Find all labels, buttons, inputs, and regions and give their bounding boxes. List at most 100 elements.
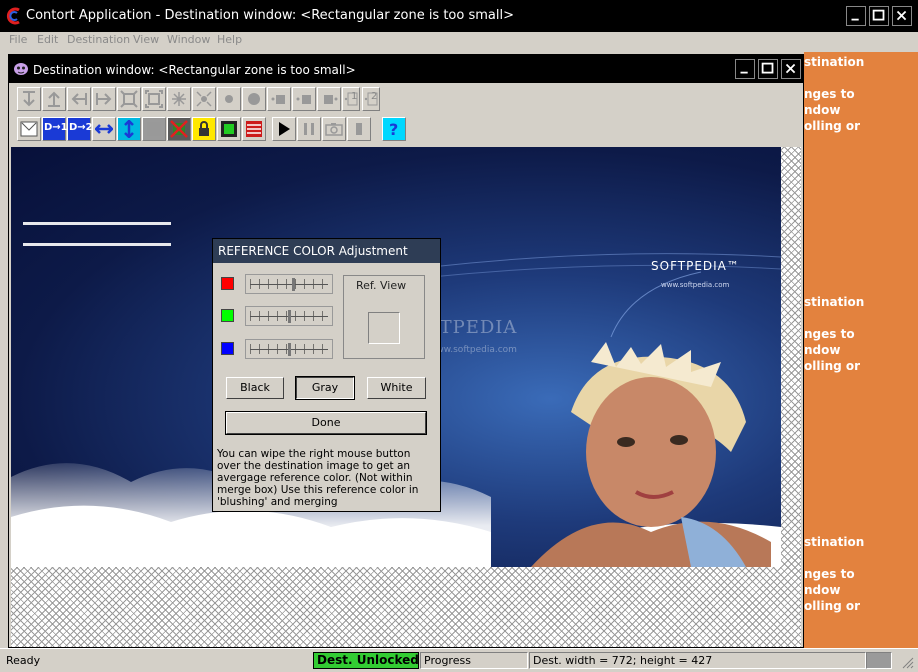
flag-button[interactable] [242, 117, 266, 141]
flag-icon [246, 121, 262, 137]
arrow-left-button[interactable] [67, 87, 91, 111]
reference-color-dialog: REFERENCE COLOR Adjustment Ref. View Bla… [212, 238, 441, 512]
status-progress: Progress [420, 652, 528, 669]
zoom-out-icon [196, 91, 212, 107]
merge-button[interactable] [17, 117, 41, 141]
vertical-stretch-button[interactable] [117, 117, 141, 141]
zoom-in-button[interactable] [167, 87, 191, 111]
play-icon [279, 122, 290, 136]
green-slider-thumb[interactable] [288, 310, 291, 323]
play-button[interactable] [272, 117, 296, 141]
menu-help[interactable]: Help [217, 33, 242, 46]
main-application-window: Contort Application - Destination window… [0, 0, 918, 672]
expand-icon [145, 90, 163, 108]
white-button[interactable]: White [367, 377, 426, 399]
menu-destination[interactable]: Destination [67, 33, 130, 46]
no-selection-button[interactable] [167, 117, 191, 141]
reference-color-help-text: You can wipe the right mouse button over… [217, 448, 419, 508]
minimize-icon [740, 71, 748, 74]
destination-window-titlebar[interactable]: Destination window: <Rectangular zone is… [9, 55, 803, 83]
no-selection-icon [170, 120, 188, 138]
background-text-line: stination [804, 55, 865, 69]
reference-color-dialog-title: REFERENCE COLOR Adjustment [218, 244, 408, 258]
lock-button[interactable] [192, 117, 216, 141]
black-button[interactable]: Black [226, 377, 284, 399]
horizontal-stretch-button[interactable] [92, 117, 116, 141]
dot-small-button[interactable] [217, 87, 241, 111]
reference-color-dialog-titlebar[interactable]: REFERENCE COLOR Adjustment [213, 239, 440, 263]
app-minimize-button[interactable] [846, 6, 866, 26]
camera-icon [325, 123, 343, 136]
red-slider[interactable] [245, 274, 333, 294]
toolbar-row-actions: D→1 D→2 ? [13, 117, 413, 143]
dest-lock-badge[interactable]: Dest. Unlocked [313, 652, 419, 669]
blue-slider[interactable] [245, 339, 333, 359]
ref-view-preview [368, 312, 400, 344]
child-minimize-button[interactable] [735, 59, 755, 79]
point-right-button[interactable] [317, 87, 341, 111]
flip-down-button[interactable] [17, 87, 41, 111]
child-close-button[interactable] [781, 59, 801, 79]
pause-button[interactable] [297, 117, 321, 141]
background-text-line: stination [804, 295, 865, 309]
expand-button[interactable] [142, 87, 166, 111]
point-left-button[interactable] [267, 87, 291, 111]
zoom-out-button[interactable] [192, 87, 216, 111]
maximize-icon [872, 9, 885, 21]
background-window-pane: stination nges to ndow olling or stinati… [804, 52, 918, 648]
dest-2-label: D→2 [69, 122, 93, 133]
background-text-line: olling or [804, 599, 861, 613]
ref-view-label: Ref. View [356, 279, 407, 292]
menu-window[interactable]: Window [167, 33, 210, 46]
destination-window-title: Destination window: <Rectangular zone is… [33, 63, 356, 77]
dot-small-icon [225, 95, 233, 103]
menu-edit[interactable]: Edit [37, 33, 58, 46]
flip-up-button[interactable] [42, 87, 66, 111]
dest-2-button[interactable]: D→2 [67, 117, 93, 141]
menu-file[interactable]: File [9, 33, 27, 46]
background-text-line: ndow [804, 103, 841, 117]
app-maximize-button[interactable] [869, 6, 889, 26]
red-slider-thumb[interactable] [291, 278, 295, 291]
camera-button[interactable] [322, 117, 346, 141]
help-icon: ? [389, 120, 399, 139]
point-center-icon [296, 95, 311, 104]
menubar: File Edit Destination View Window Help [0, 32, 918, 52]
stop-button[interactable] [347, 117, 371, 141]
green-slider[interactable] [245, 306, 333, 326]
background-text-line: olling or [804, 119, 861, 133]
background-text-line: stination [804, 535, 865, 549]
red-swatch [221, 277, 234, 290]
dot-large-button[interactable] [242, 87, 266, 111]
blue-swatch [221, 342, 234, 355]
flip-down-icon [23, 91, 35, 107]
ref-view-group: Ref. View [343, 275, 425, 359]
app-close-button[interactable] [892, 6, 912, 26]
app-titlebar[interactable]: Contort Application - Destination window… [0, 0, 918, 32]
shrink-button[interactable] [117, 87, 141, 111]
blue-slider-thumb[interactable] [288, 343, 291, 356]
arrow-right-button[interactable] [92, 87, 116, 111]
pause-icon [304, 123, 314, 135]
background-text-block-3: stination nges to ndow olling or [804, 534, 864, 614]
arrow-left-icon [71, 93, 87, 105]
lock-icon [199, 121, 209, 136]
blank-button[interactable] [142, 117, 166, 141]
gray-button[interactable]: Gray [295, 376, 355, 400]
point-right-icon [324, 95, 338, 104]
child-maximize-button[interactable] [758, 59, 778, 79]
point-center-button[interactable] [292, 87, 316, 111]
dest-1-button[interactable]: D→1 [42, 117, 68, 141]
help-button[interactable]: ? [382, 117, 406, 141]
done-button[interactable]: Done [225, 411, 427, 435]
background-text-line: ndow [804, 343, 841, 357]
background-text-line: ndow [804, 583, 841, 597]
minimize-icon [851, 18, 859, 21]
menu-view[interactable]: View [133, 33, 159, 46]
dot-large-icon [248, 93, 260, 105]
frame-button[interactable] [217, 117, 241, 141]
resize-grip-icon[interactable] [900, 655, 914, 669]
background-text-block-2: stination nges to ndow olling or [804, 294, 864, 374]
statusbar: Ready Dest. Unlocked Progress Dest. widt… [0, 648, 918, 672]
dest-1-label: D→1 [44, 122, 68, 133]
